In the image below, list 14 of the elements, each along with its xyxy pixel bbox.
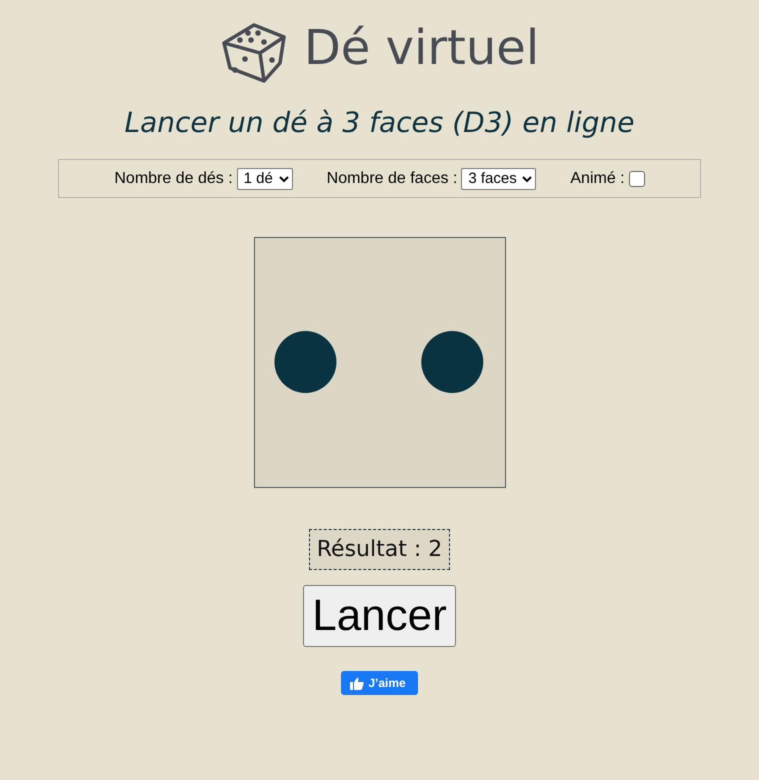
option-label: Nombre de dés : [114,170,233,188]
page-title: Dé virtuel [304,20,540,76]
roll-button[interactable]: Lancer [303,585,456,647]
pip [274,331,336,393]
dropdown[interactable]: 3 faces [461,168,536,190]
result-text: Résultat : 2 [308,529,450,570]
pip [420,331,483,393]
thumbs-up-icon [350,676,364,690]
option-label: Animé : [570,170,625,188]
dropdown[interactable]: 1 dé [236,168,293,190]
checkbox[interactable] [628,170,645,186]
like-button[interactable]: J’aime [341,671,418,695]
page-subtitle: Lancer un dé à 3 faces (D3) en ligne [124,106,635,139]
option-label: Nombre de faces : [326,170,458,188]
